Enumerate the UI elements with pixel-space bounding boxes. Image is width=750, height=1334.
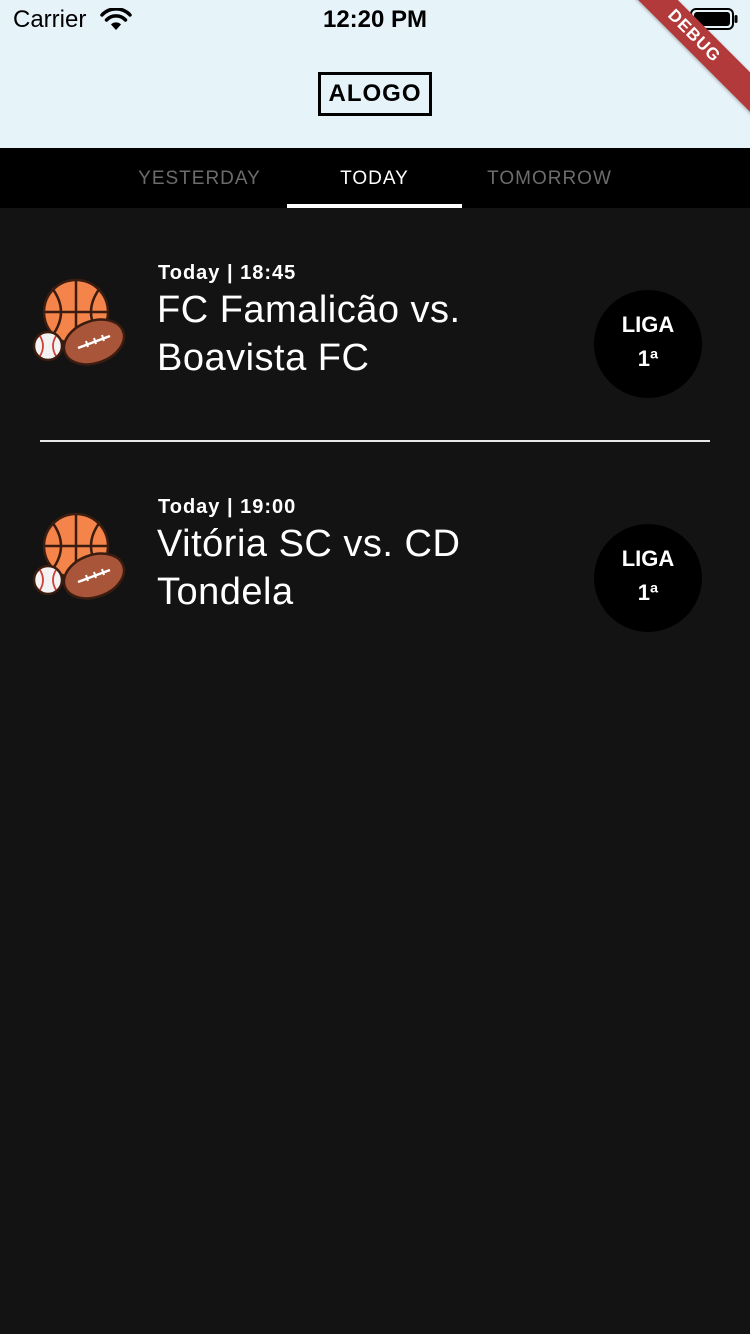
league-tier: 1ª	[637, 346, 659, 371]
match-divider	[40, 440, 710, 442]
match-time: Today | 19:00	[158, 496, 297, 518]
sports-balls-icon	[32, 512, 126, 602]
sports-balls-icon	[32, 278, 126, 368]
match-title: Vitória SC vs. CD Tondela	[157, 523, 461, 613]
league-badge: LIGA 1ª	[594, 524, 702, 632]
tab-today[interactable]: TODAY	[287, 148, 462, 208]
league-tier: 1ª	[637, 580, 659, 605]
match-title: FC Famalicão vs. Boavista FC	[157, 289, 461, 379]
league-name: LIGA	[621, 312, 675, 337]
active-tab-indicator	[287, 204, 462, 208]
tab-yesterday[interactable]: YESTERDAY	[112, 148, 287, 208]
tab-tomorrow[interactable]: TOMORROW	[462, 148, 637, 208]
app-logo[interactable]: ALOGO	[318, 72, 432, 116]
app-header: Carrier 12:20 PM DEBUG ALOGO	[0, 0, 750, 148]
match-time: Today | 18:45	[158, 262, 297, 284]
clock: 12:20 PM	[322, 6, 428, 33]
match-row[interactable]: Today | 19:00 Vitória SC vs. CD Tondela …	[0, 462, 750, 632]
match-row[interactable]: Today | 18:45 FC Famalicão vs. Boavista …	[0, 228, 750, 398]
league-name: LIGA	[621, 546, 675, 571]
league-badge: LIGA 1ª	[594, 290, 702, 398]
status-bar: Carrier 12:20 PM	[0, 0, 750, 40]
date-tab-bar: YESTERDAY TODAY TOMORROW	[0, 148, 750, 208]
